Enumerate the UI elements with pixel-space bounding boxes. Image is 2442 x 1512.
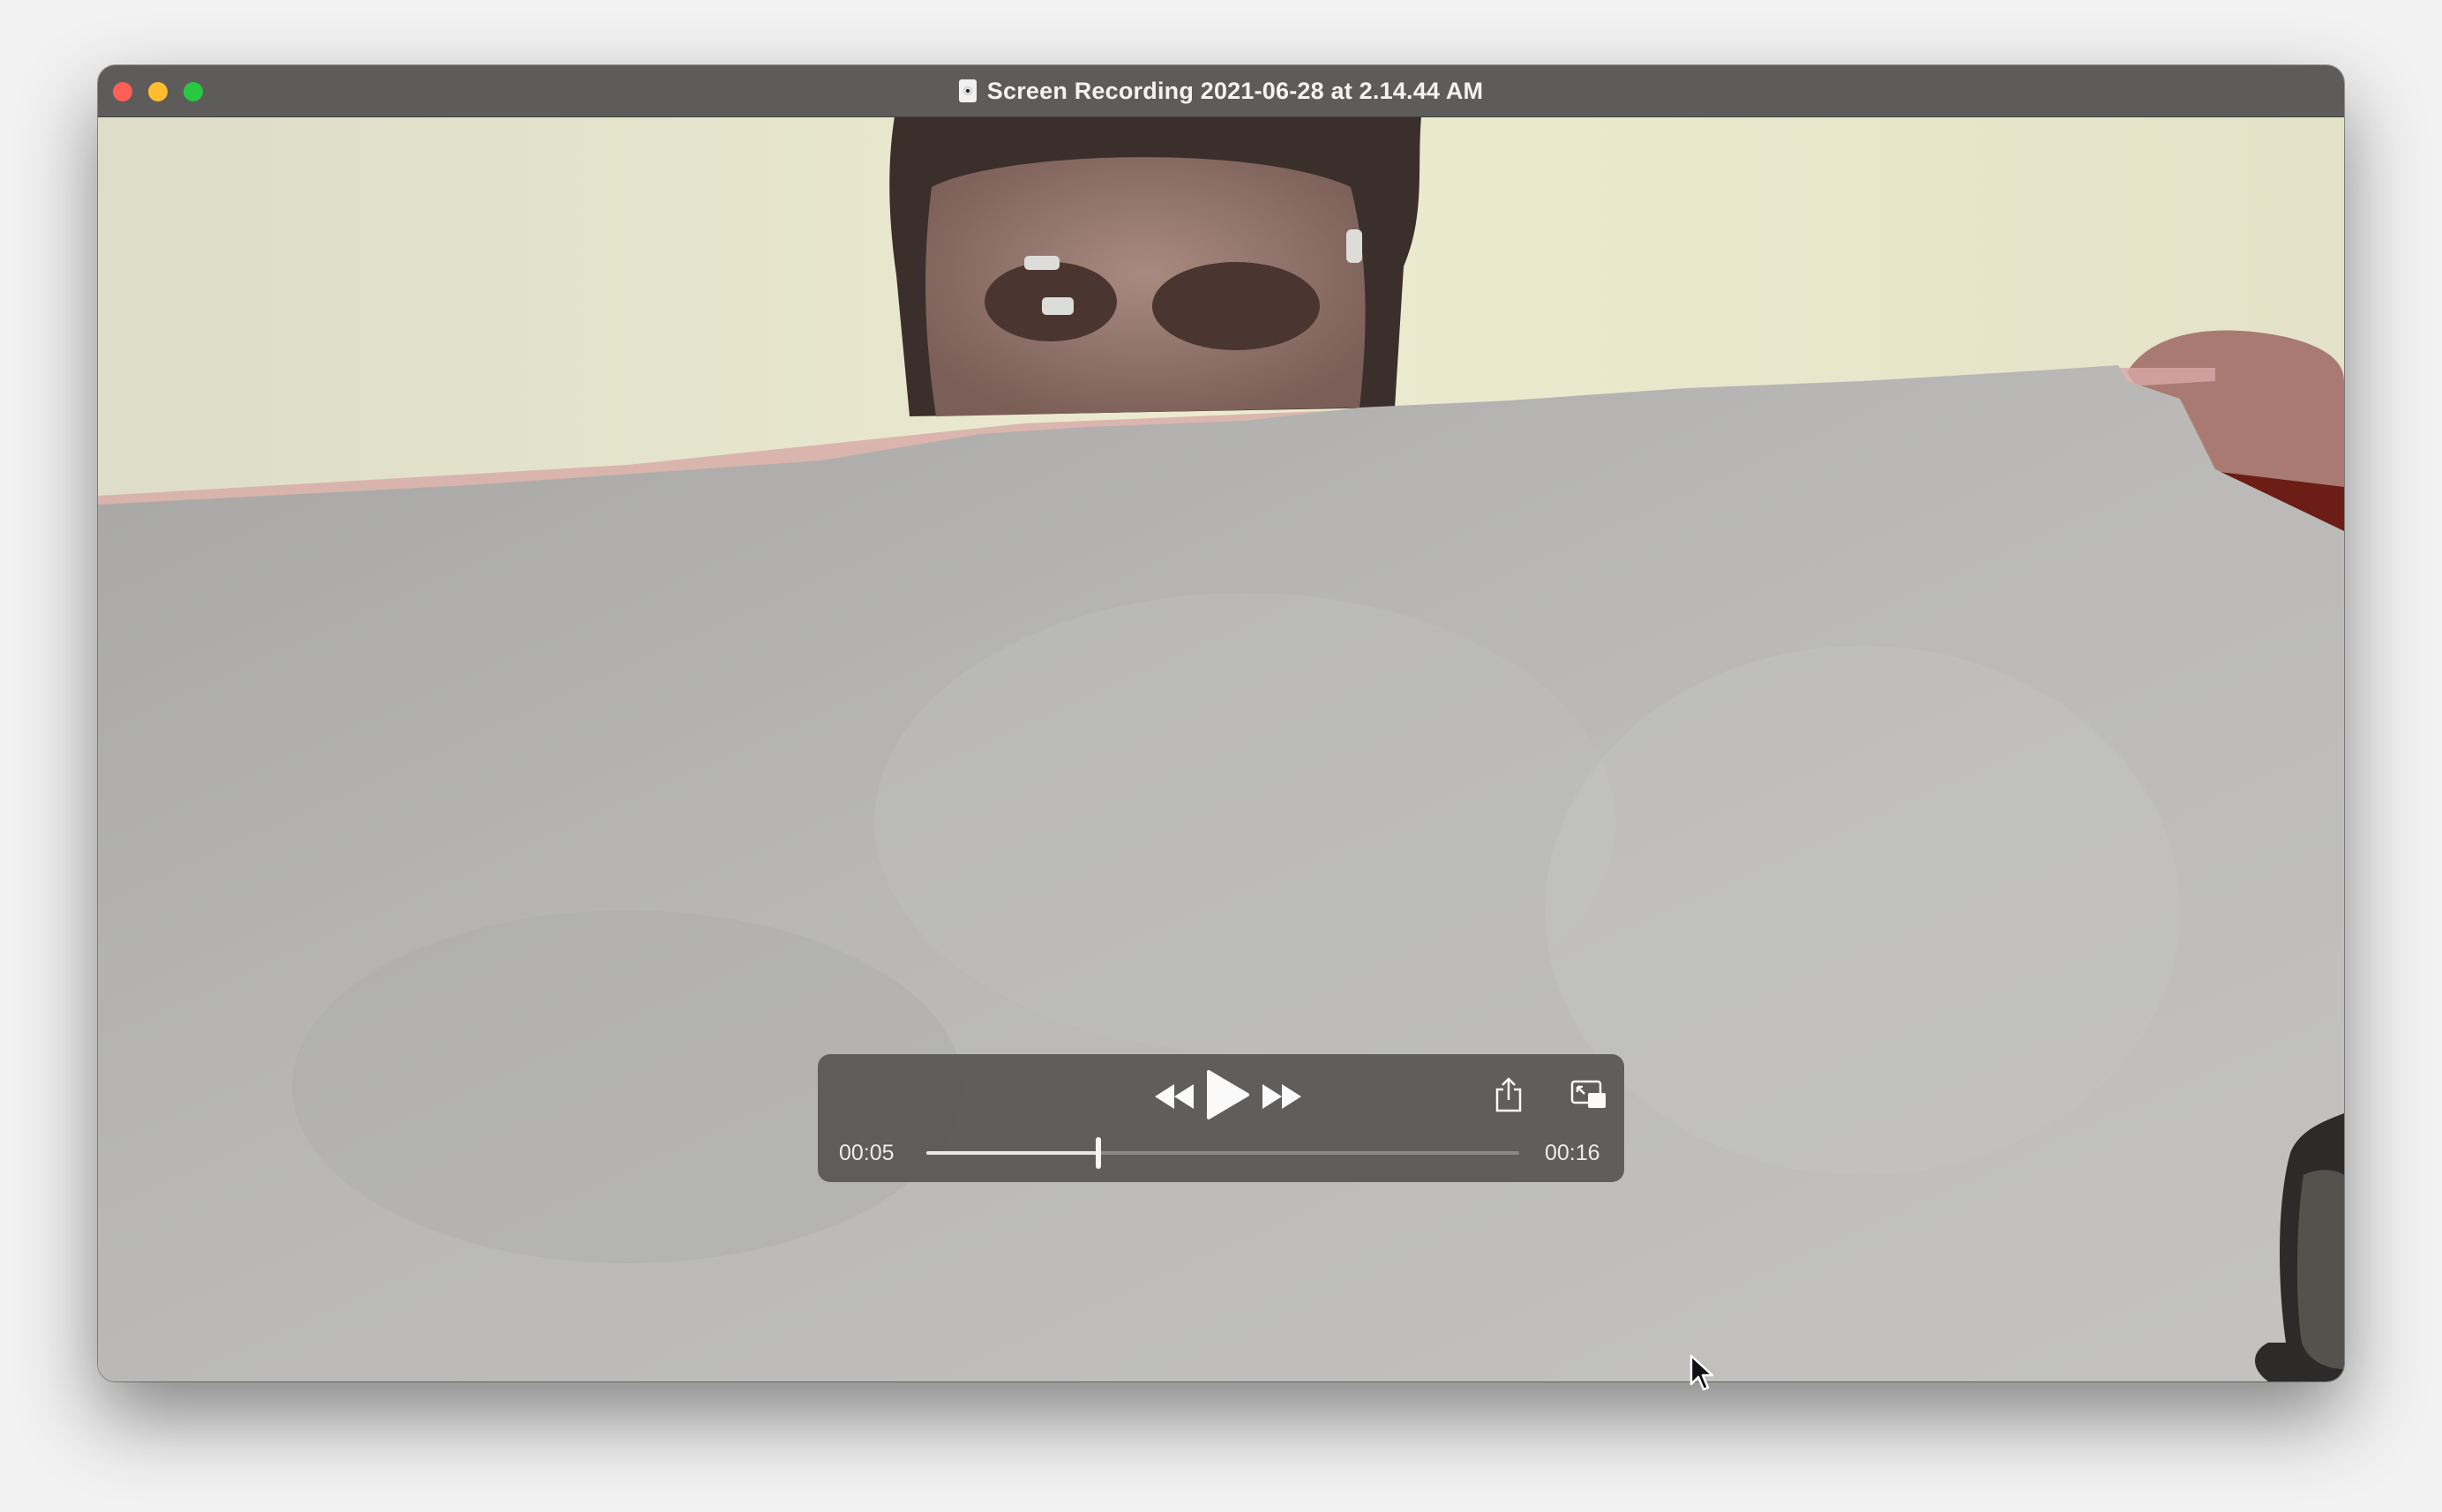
rewind-button[interactable]: [1151, 1076, 1197, 1117]
fast-forward-button[interactable]: [1259, 1076, 1305, 1117]
current-time: 00:05: [839, 1141, 895, 1165]
window-title-group: Screen Recording 2021-06-28 at 2.14.44 A…: [98, 65, 2344, 116]
picture-in-picture-button[interactable]: [1568, 1075, 1610, 1114]
share-icon: [1495, 1077, 1522, 1112]
play-button[interactable]: [1201, 1067, 1254, 1123]
playback-controls: 00:05 00:16: [818, 1054, 1624, 1182]
document-proxy-icon[interactable]: [958, 79, 977, 102]
mouse-pointer-icon: [1689, 1354, 1714, 1391]
scrubber-handle[interactable]: [1095, 1137, 1101, 1169]
title-bar[interactable]: Screen Recording 2021-06-28 at 2.14.44 A…: [98, 65, 2344, 117]
video-content: [98, 116, 2344, 1381]
share-button[interactable]: [1490, 1074, 1527, 1116]
quicktime-window: Screen Recording 2021-06-28 at 2.14.44 A…: [98, 65, 2344, 1381]
window-title: Screen Recording 2021-06-28 at 2.14.44 A…: [986, 77, 1484, 104]
picture-in-picture-icon: [1570, 1080, 1606, 1108]
video-frame[interactable]: [98, 116, 2344, 1381]
fast-forward-icon: [1262, 1084, 1301, 1109]
play-icon: [1207, 1070, 1249, 1119]
total-duration: 00:16: [1545, 1141, 1600, 1165]
scrubber-track[interactable]: [926, 1137, 1519, 1169]
scrubber-progress: [926, 1151, 1098, 1155]
rewind-icon: [1155, 1084, 1194, 1109]
